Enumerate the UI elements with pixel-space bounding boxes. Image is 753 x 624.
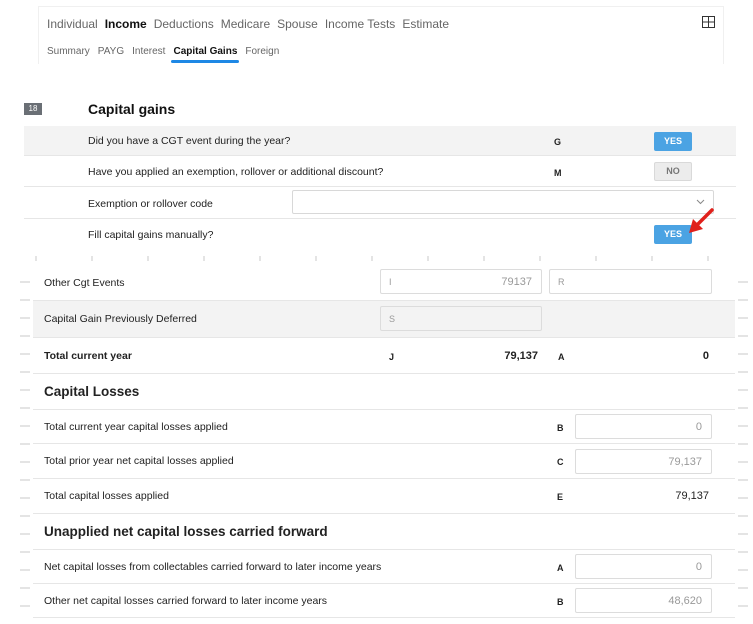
subtab-capital-gains[interactable]: Capital Gains — [171, 46, 240, 63]
sub-tabs: Summary PAYG Interest Capital Gains Fore… — [47, 46, 287, 63]
question-row-manual: Fill capital gains manually? YES — [24, 219, 736, 249]
chevron-down-icon — [696, 199, 705, 205]
tab-individual[interactable]: Individual — [47, 17, 98, 31]
carried-forward-heading-row: Unapplied net capital losses carried for… — [33, 514, 735, 550]
tab-income[interactable]: Income — [105, 17, 147, 31]
field-code: R — [558, 277, 565, 287]
row-label: Total current year — [44, 350, 132, 362]
annotation-arrow-icon — [689, 208, 714, 233]
field-value: 79,137 — [668, 456, 702, 468]
capital-losses-heading: Capital Losses — [44, 384, 140, 399]
collectables-carried-forward-field[interactable]: 0 — [575, 554, 712, 579]
tab-medicare[interactable]: Medicare — [221, 17, 270, 31]
field-value: 79137 — [501, 276, 532, 288]
question-row-exemption: Have you applied an exemption, rollover … — [24, 156, 736, 187]
subtab-summary[interactable]: Summary — [47, 46, 90, 57]
field-code: I — [389, 277, 392, 287]
question-code: M — [554, 168, 562, 178]
row-previously-deferred: Capital Gain Previously Deferred S — [33, 301, 735, 338]
code-j: J — [389, 352, 395, 362]
row-total-current-year: Total current year J 79,137 A 0 — [33, 338, 735, 374]
row-code: B — [557, 423, 564, 433]
row-code: C — [557, 457, 564, 467]
question-label: Fill capital gains manually? — [88, 229, 214, 241]
row-prior-year-losses: Total prior year net capital losses appl… — [33, 444, 735, 479]
code-a: A — [558, 352, 565, 362]
field-value: 0 — [695, 421, 702, 433]
section-number-badge: 18 — [24, 103, 42, 115]
question-code: G — [554, 137, 562, 147]
tab-deductions[interactable]: Deductions — [154, 17, 214, 31]
question-row-rollover-code: Exemption or rollover code — [24, 187, 736, 219]
row-label: Other net capital losses carried forward… — [44, 595, 328, 607]
row-label: Other Cgt Events — [44, 277, 125, 289]
subtab-payg[interactable]: PAYG — [98, 46, 124, 57]
row-label: Total prior year net capital losses appl… — [44, 455, 234, 467]
question-label: Exemption or rollover code — [88, 198, 213, 210]
row-code: A — [557, 563, 564, 573]
row-code: B — [557, 597, 564, 607]
tab-estimate[interactable]: Estimate — [402, 17, 449, 31]
current-year-losses-field[interactable]: 0 — [575, 414, 712, 439]
main-tabs: Individual Income Deductions Medicare Sp… — [47, 17, 456, 31]
grid-icon[interactable] — [702, 16, 715, 28]
previously-deferred-s-field[interactable]: S — [380, 306, 542, 331]
row-label: Net capital losses from collectables car… — [44, 561, 382, 573]
row-other-carried-forward: Other net capital losses carried forward… — [33, 584, 735, 618]
row-code: E — [557, 492, 564, 502]
row-other-cgt-events: Other Cgt Events I 79137 R — [33, 264, 735, 301]
other-carried-forward-field[interactable]: 48,620 — [575, 588, 712, 613]
total-current-j-value: 79,137 — [504, 350, 538, 362]
other-cgt-r-field[interactable]: R — [549, 269, 712, 294]
prior-year-losses-field[interactable]: 79,137 — [575, 449, 712, 474]
tab-spouse[interactable]: Spouse — [277, 17, 318, 31]
section-title: Capital gains — [88, 101, 176, 117]
field-value: 48,620 — [668, 595, 702, 607]
total-losses-value: 79,137 — [675, 490, 709, 502]
row-label: Total current year capital losses applie… — [44, 421, 228, 433]
row-total-losses: Total capital losses applied E 79,137 — [33, 479, 735, 514]
row-collectables-carried-forward: Net capital losses from collectables car… — [33, 550, 735, 584]
rollover-code-select[interactable] — [292, 190, 714, 214]
row-label: Capital Gain Previously Deferred — [44, 313, 197, 325]
subtab-foreign[interactable]: Foreign — [245, 46, 279, 57]
exemption-no-button[interactable]: NO — [654, 162, 692, 181]
question-row-cgt-event: Did you have a CGT event during the year… — [24, 126, 736, 156]
capital-losses-heading-row: Capital Losses — [33, 374, 735, 410]
other-cgt-i-field[interactable]: I 79137 — [380, 269, 542, 294]
field-code: S — [389, 314, 396, 324]
field-value: 0 — [695, 561, 702, 573]
tab-income-tests[interactable]: Income Tests — [325, 17, 395, 31]
income-nav-card: Individual Income Deductions Medicare Sp… — [38, 6, 724, 64]
row-label: Total capital losses applied — [44, 490, 169, 502]
cgt-event-yes-button[interactable]: YES — [654, 132, 692, 151]
subtab-interest[interactable]: Interest — [132, 46, 165, 57]
carried-forward-heading: Unapplied net capital losses carried for… — [44, 524, 328, 539]
question-label: Have you applied an exemption, rollover … — [88, 166, 384, 178]
question-label: Did you have a CGT event during the year… — [88, 135, 291, 147]
total-current-a-value: 0 — [702, 350, 709, 362]
row-current-year-losses: Total current year capital losses applie… — [33, 410, 735, 444]
